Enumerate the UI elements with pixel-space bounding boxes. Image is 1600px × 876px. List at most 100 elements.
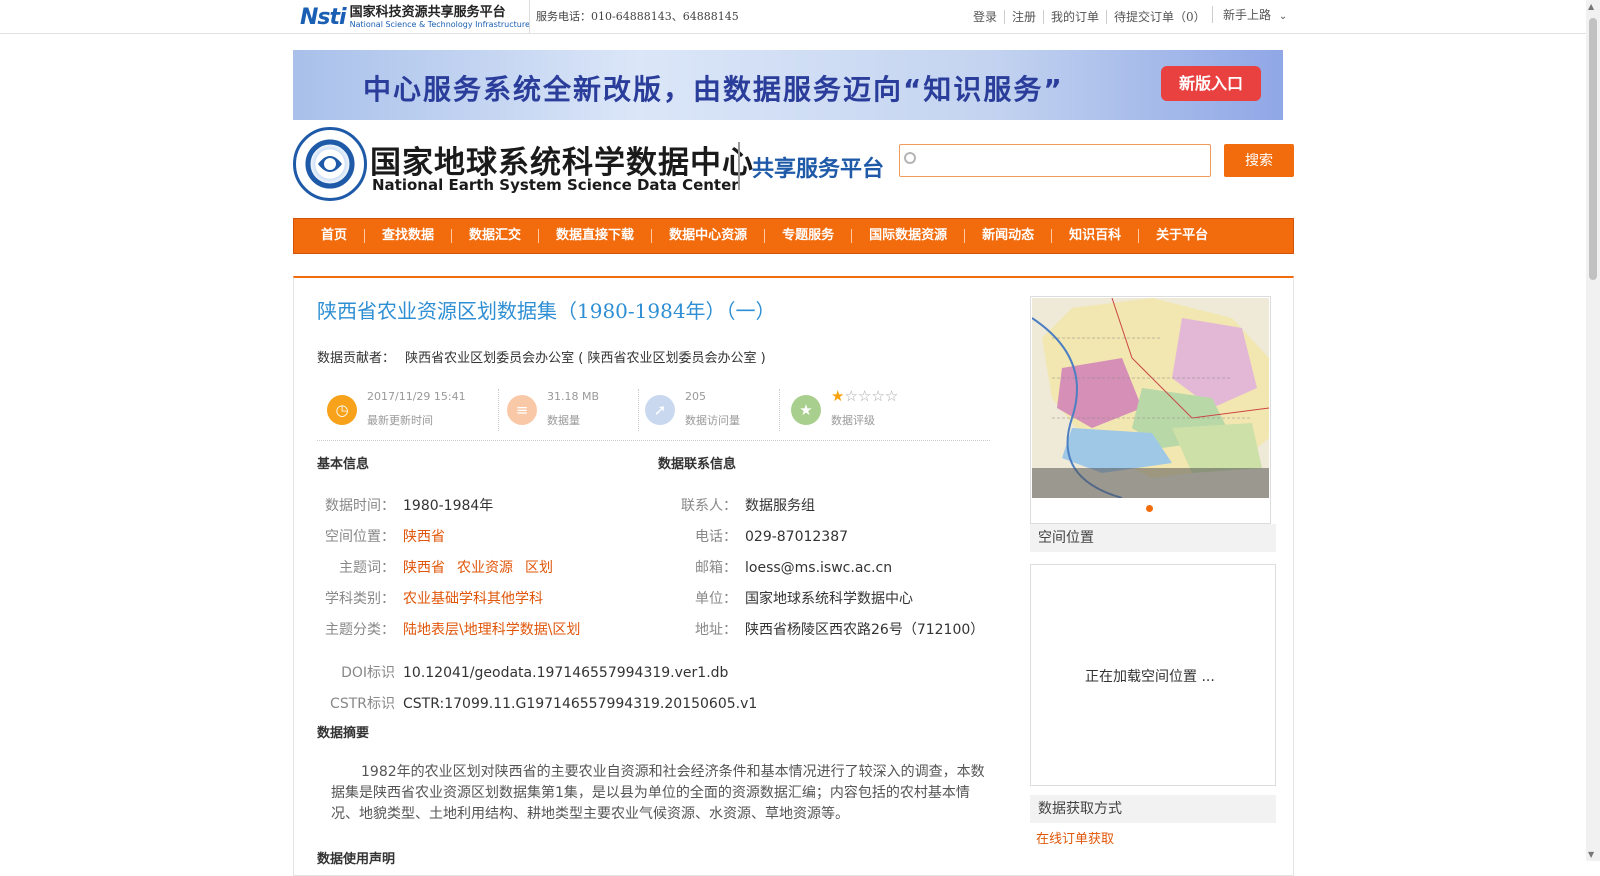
keywords-list: 陕西省 农业资源 区划 xyxy=(403,560,565,576)
doi-row: DOI标识 10.12041/geodata.197146557994319.ve… xyxy=(325,662,728,682)
update-time-value: 2017/11/29 15:41 xyxy=(367,390,466,403)
clock-icon: ◷ xyxy=(327,395,357,425)
spatial-loading-text: 正在加载空间位置 ... xyxy=(1085,669,1215,685)
star-badge-icon: ★ xyxy=(791,395,821,425)
contact-email-label: 邮箱： xyxy=(695,560,737,576)
nav-find-data[interactable]: 查找数据 xyxy=(365,229,453,243)
category-row: 主题分类： 陆地表层\地理科学数据\区划 xyxy=(325,619,580,639)
star-empty-icon[interactable]: ☆ xyxy=(858,387,871,405)
top-bar: Nsti 国家科技资源共享服务平台 National Science & Tec… xyxy=(0,0,1600,34)
star-empty-icon[interactable]: ☆ xyxy=(871,387,884,405)
contact-person-label: 联系人： xyxy=(681,498,737,514)
data-access-heading: 数据获取方式 xyxy=(1030,795,1276,823)
my-orders-link[interactable]: 我的订单 xyxy=(1044,10,1108,24)
chevron-down-icon: ⌄ xyxy=(1278,11,1288,22)
cursor-icon: ➚ xyxy=(645,395,675,425)
doi-label: DOI标识 xyxy=(341,665,395,681)
carousel-dot-active[interactable] xyxy=(1146,505,1153,512)
rating-stars[interactable]: ★☆☆☆☆ xyxy=(831,387,898,405)
rating-label: 数据评级 xyxy=(831,414,875,427)
pending-orders-link[interactable]: 待提交订单（0） xyxy=(1107,10,1213,24)
center-name-en: National Earth System Science Data Cente… xyxy=(372,176,739,194)
scroll-up-icon[interactable]: ▲ xyxy=(1588,2,1594,11)
update-time-label: 最新更新时间 xyxy=(367,414,433,427)
nav-center-resources[interactable]: 数据中心资源 xyxy=(652,229,766,243)
keywords-row: 主题词： 陕西省 农业资源 区划 xyxy=(325,557,565,577)
contact-phone-value: 029-87012387 xyxy=(745,529,849,545)
stat-size: ≡ 31.18 MB 数据量 xyxy=(497,385,637,433)
service-phone: 服务电话：010-64888143、64888145 xyxy=(529,0,739,34)
page-scrollbar[interactable]: ▲ ▼ xyxy=(1586,0,1600,861)
abstract-text: 1982年的农业区划对陕西省的主要农业自资源和社会经济条件和基本情况进行了较深入… xyxy=(331,764,985,822)
keyword-link[interactable]: 农业资源 xyxy=(457,560,513,576)
nav-data-submit[interactable]: 数据汇交 xyxy=(452,229,540,243)
contact-address-row: 地址： 陕西省杨陵区西农路26号（712100） xyxy=(665,619,984,639)
nav-knowledge[interactable]: 知识百科 xyxy=(1052,229,1140,243)
search-button[interactable]: 搜索 xyxy=(1224,144,1294,177)
contact-heading: 数据联系信息 xyxy=(658,457,737,472)
star-filled-icon[interactable]: ★ xyxy=(831,387,844,405)
dataset-thumbnail[interactable] xyxy=(1030,296,1271,524)
discipline-label: 学科类别： xyxy=(325,591,395,607)
stat-rating: ★ ★☆☆☆☆ 数据评级 xyxy=(781,385,981,433)
scroll-thumb[interactable] xyxy=(1589,18,1597,280)
category-link[interactable]: 陆地表层\地理科学数据\区划 xyxy=(403,622,580,638)
search-input[interactable] xyxy=(899,144,1211,177)
stat-divider xyxy=(779,389,780,431)
keyword-link[interactable]: 陕西省 xyxy=(403,560,445,576)
usage-statement-heading: 数据使用声明 xyxy=(317,852,396,867)
nav-about[interactable]: 关于平台 xyxy=(1139,229,1225,243)
contributor-value: 陕西省农业区划委员会办公室 ( 陕西省农业区划委员会办公室 ) xyxy=(405,351,766,366)
login-link[interactable]: 登录 xyxy=(966,10,1006,24)
contact-phone-label: 电话： xyxy=(695,529,737,545)
dataset-title: 陕西省农业资源区划数据集（1980-1984年）（一） xyxy=(317,299,776,323)
keyword-link[interactable]: 区划 xyxy=(525,560,553,576)
size-label: 数据量 xyxy=(547,414,580,427)
new-version-button[interactable]: 新版入口 xyxy=(1161,66,1261,101)
abstract-heading: 数据摘要 xyxy=(317,726,370,741)
contact-address-label: 地址： xyxy=(695,622,737,638)
cstr-label: CSTR标识 xyxy=(330,696,395,712)
nsti-logo[interactable]: Nsti 国家科技资源共享服务平台 National Science & Tec… xyxy=(300,4,530,30)
contributor-line: 数据贡献者： 陕西省农业区划委员会办公室 ( 陕西省农业区划委员会办公室 ) xyxy=(317,347,766,366)
nav-direct-download[interactable]: 数据直接下载 xyxy=(539,229,653,243)
newbie-guide-menu[interactable]: 新手上路 ⌄ xyxy=(1212,6,1287,23)
nsti-logo-en: National Science & Technology Infrastruc… xyxy=(349,19,530,29)
platform-subtitle: 共享服务平台 xyxy=(752,157,885,182)
nsti-logo-mark: Nsti xyxy=(300,4,347,30)
location-link[interactable]: 陕西省 xyxy=(403,529,445,545)
contact-email-row: 邮箱： loess@ms.iswc.ac.cn xyxy=(665,557,892,577)
contributor-label: 数据贡献者： xyxy=(317,351,396,366)
nav-topic-service[interactable]: 专题服务 xyxy=(765,229,853,243)
register-link[interactable]: 注册 xyxy=(1005,10,1045,24)
discipline-row: 学科类别： 农业基础学科其他学科 xyxy=(325,588,543,608)
spatial-location-heading: 空间位置 xyxy=(1030,524,1276,552)
category-label: 主题分类： xyxy=(325,622,395,638)
center-seal-logo[interactable] xyxy=(293,127,367,201)
star-empty-icon[interactable]: ☆ xyxy=(844,387,857,405)
main-nav: 首页 查找数据 数据汇交 数据直接下载 数据中心资源 专题服务 国际数据资源 新… xyxy=(293,218,1294,254)
top-links: 登录 注册 我的订单 待提交订单（0） xyxy=(966,10,1213,24)
nav-news[interactable]: 新闻动态 xyxy=(965,229,1053,243)
contact-person-row: 联系人： 数据服务组 xyxy=(665,495,815,515)
doi-value[interactable]: 10.12041/geodata.197146557994319.ver1.db xyxy=(403,665,728,681)
keywords-label: 主题词： xyxy=(339,560,395,576)
scroll-down-icon[interactable]: ▼ xyxy=(1588,850,1594,859)
earth-logo-icon xyxy=(305,139,355,189)
cstr-value[interactable]: CSTR:17099.11.G197146557994319.20150605.… xyxy=(403,696,757,712)
data-time-label: 数据时间： xyxy=(325,498,395,514)
nav-intl-resources[interactable]: 国际数据资源 xyxy=(852,229,966,243)
stat-update-time: ◷ 2017/11/29 15:41 最新更新时间 xyxy=(317,385,487,433)
visits-label: 数据访问量 xyxy=(685,414,740,427)
discipline-link[interactable]: 农业基础学科其他学科 xyxy=(403,591,543,607)
online-order-link[interactable]: 在线订单获取 xyxy=(1036,828,1114,847)
contact-phone-row: 电话： 029-87012387 xyxy=(665,526,848,546)
visits-value: 205 xyxy=(685,390,706,403)
layers-icon: ≡ xyxy=(507,395,537,425)
star-empty-icon[interactable]: ☆ xyxy=(885,387,898,405)
contact-org-value: 国家地球系统科学数据中心 xyxy=(745,591,913,607)
contact-org-row: 单位： 国家地球系统科学数据中心 xyxy=(665,588,913,608)
promo-banner[interactable]: 中心服务系统全新改版，由数据服务迈向“知识服务” 新版入口 xyxy=(293,50,1283,120)
map-thumbnail-image xyxy=(1032,298,1269,498)
nav-home[interactable]: 首页 xyxy=(304,229,366,243)
